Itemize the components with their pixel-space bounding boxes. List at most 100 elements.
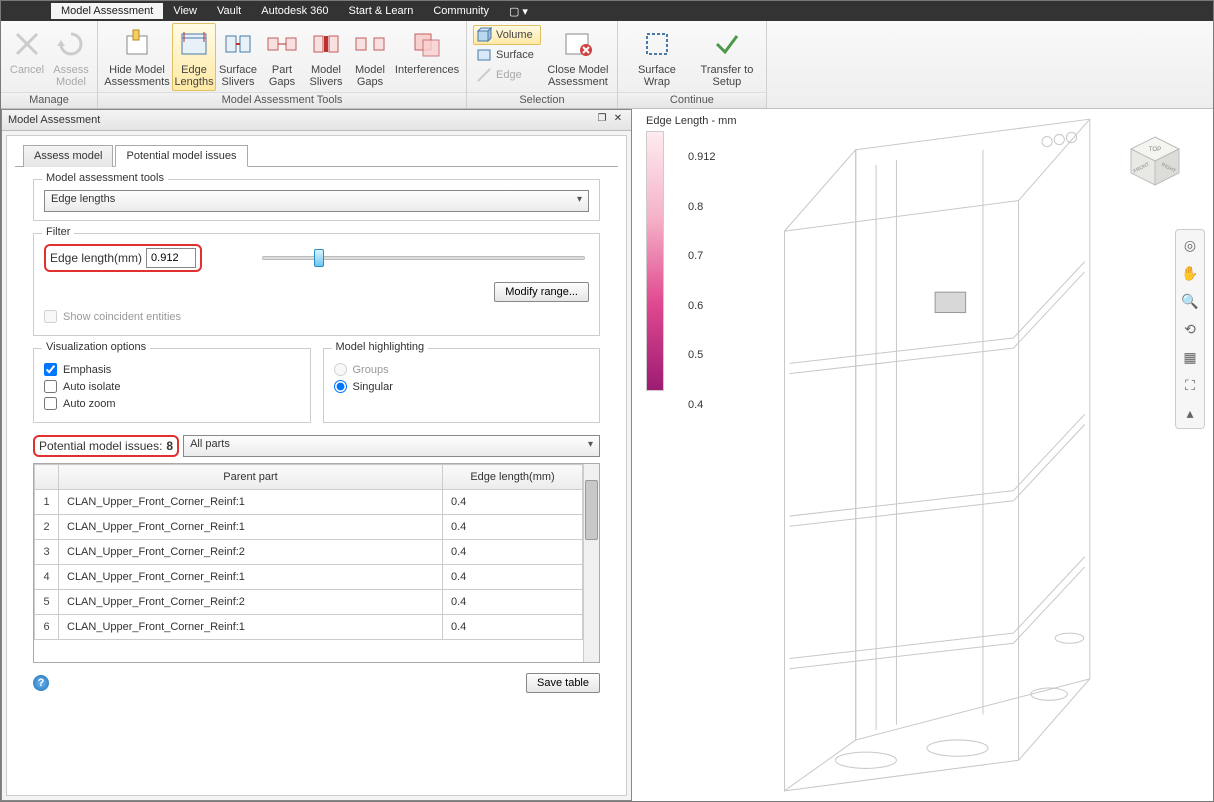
menu-community[interactable]: Community: [423, 3, 499, 19]
legend-tick: 0.8: [688, 201, 716, 213]
panel-tabs: Assess model Potential model issues: [15, 144, 618, 167]
tools-group: Model assessment tools Edge lengths: [33, 179, 600, 221]
cancel-button: Cancel: [5, 23, 49, 91]
surface-slivers-button[interactable]: Surface Slivers: [216, 23, 260, 91]
legend-tick: 0.4: [688, 399, 716, 411]
model-assessment-panel: Model Assessment ❐ ✕ Assess model Potent…: [1, 109, 632, 801]
menu-extra[interactable]: ▢ ▾: [499, 3, 538, 20]
filter-label: Filter: [42, 226, 74, 238]
panel-title-text: Model Assessment: [8, 114, 100, 126]
surface-wrap-icon: [641, 28, 673, 60]
save-table-button[interactable]: Save table: [526, 673, 600, 693]
transfer-setup-button[interactable]: Transfer to Setup: [692, 23, 762, 91]
edge-lengths-icon: [178, 28, 210, 60]
tab-assess-model[interactable]: Assess model: [23, 145, 113, 167]
ribbon-group-selection: Volume Surface Edge Close Model Assessme…: [467, 21, 618, 108]
edge-length-input[interactable]: [146, 248, 196, 268]
menu-start-learn[interactable]: Start & Learn: [339, 3, 424, 19]
interferences-button[interactable]: Interferences: [392, 23, 462, 91]
surface-wrap-button[interactable]: Surface Wrap: [622, 23, 692, 91]
table-row[interactable]: 1CLAN_Upper_Front_Corner_Reinf:10.4: [35, 490, 583, 515]
undock-button[interactable]: ❐: [595, 113, 609, 127]
tools-label: Model assessment tools: [42, 172, 168, 184]
tab-potential-issues[interactable]: Potential model issues: [115, 145, 247, 167]
legend-tick: 0.7: [688, 250, 716, 262]
model-slivers-button[interactable]: Model Slivers: [304, 23, 348, 91]
hide-label: Hide Model Assessments: [104, 64, 169, 88]
edge-length-slider[interactable]: [262, 256, 585, 260]
coincident-checkbox: [44, 310, 57, 323]
pan-icon[interactable]: ✋: [1179, 262, 1201, 284]
fullscreen-icon[interactable]: ⛶: [1179, 374, 1201, 396]
assess-model-label: Assess Model: [52, 64, 90, 88]
table-row[interactable]: 5CLAN_Upper_Front_Corner_Reinf:20.4: [35, 590, 583, 615]
legend-tick: 0.6: [688, 300, 716, 312]
highlighting-group: Model highlighting Groups Singular: [323, 348, 601, 423]
singular-radio[interactable]: [334, 380, 347, 393]
table-row[interactable]: 2CLAN_Upper_Front_Corner_Reinf:10.4: [35, 515, 583, 540]
legend-tick: 0.912: [688, 151, 716, 163]
ribbon-group-label: Manage: [1, 92, 97, 108]
coincident-label: Show coincident entities: [63, 311, 181, 323]
issues-count-highlight: Potential model issues: 8: [33, 435, 179, 457]
table-row[interactable]: 6CLAN_Upper_Front_Corner_Reinf:10.4: [35, 615, 583, 640]
auto-zoom-label: Auto zoom: [63, 398, 116, 410]
ribbon-group-label: Selection: [467, 92, 617, 108]
emphasis-checkbox[interactable]: [44, 363, 57, 376]
emphasis-label: Emphasis: [63, 364, 111, 376]
color-legend: Edge Length - mm 0.912 0.8 0.7 0.6 0.5 0…: [646, 115, 737, 391]
menu-autodesk360[interactable]: Autodesk 360: [251, 3, 338, 19]
slider-thumb[interactable]: [314, 249, 324, 267]
menu-model-assessment[interactable]: Model Assessment: [51, 3, 163, 19]
orbit-icon[interactable]: ⟲: [1179, 318, 1201, 340]
ribbon: Cancel Assess Model Manage Hide Model As…: [1, 21, 1213, 109]
transfer-label: Transfer to Setup: [695, 64, 759, 88]
col-length[interactable]: Edge length(mm): [443, 465, 583, 490]
tools-select[interactable]: Edge lengths: [44, 190, 589, 212]
steering-wheel-icon[interactable]: ◎: [1179, 234, 1201, 256]
table-scrollbar[interactable]: [583, 464, 599, 662]
edge-button: Edge: [473, 65, 541, 85]
viz-label: Visualization options: [42, 341, 150, 353]
surface-slivers-icon: [222, 28, 254, 60]
surface-button[interactable]: Surface: [473, 45, 541, 65]
menubar: Model Assessment View Vault Autodesk 360…: [1, 1, 1213, 21]
close-assessment-button[interactable]: Close Model Assessment: [543, 23, 613, 91]
interferences-label: Interferences: [395, 64, 459, 76]
edge-lengths-button[interactable]: Edge Lengths: [172, 23, 216, 91]
auto-isolate-checkbox[interactable]: [44, 380, 57, 393]
hide-assessments-button[interactable]: Hide Model Assessments: [102, 23, 172, 91]
zoom-icon[interactable]: 🔍: [1179, 290, 1201, 312]
col-parent[interactable]: Parent part: [59, 465, 443, 490]
interferences-icon: [411, 28, 443, 60]
hide-icon: [121, 28, 153, 60]
model-gaps-button[interactable]: Model Gaps: [348, 23, 392, 91]
menu-view[interactable]: View: [163, 3, 207, 19]
panel-titlebar: Model Assessment ❐ ✕: [2, 110, 631, 131]
volume-button[interactable]: Volume: [473, 25, 541, 45]
auto-zoom-checkbox[interactable]: [44, 397, 57, 410]
edge-lengths-label: Edge Lengths: [174, 64, 213, 88]
groups-label: Groups: [353, 364, 389, 376]
auto-isolate-label: Auto isolate: [63, 381, 120, 393]
close-assess-label: Close Model Assessment: [546, 64, 610, 88]
legend-title: Edge Length - mm: [646, 115, 737, 127]
ribbon-group-label: Model Assessment Tools: [98, 92, 466, 108]
issues-filter-select[interactable]: All parts: [183, 435, 600, 457]
help-icon[interactable]: ?: [33, 675, 49, 691]
collapse-icon[interactable]: ▴: [1179, 402, 1201, 424]
close-panel-button[interactable]: ✕: [611, 113, 625, 127]
modify-range-button[interactable]: Modify range...: [494, 282, 589, 302]
filter-highlight: Edge length(mm): [44, 244, 202, 272]
part-gaps-button[interactable]: Part Gaps: [260, 23, 304, 91]
table-row[interactable]: 3CLAN_Upper_Front_Corner_Reinf:20.4: [35, 540, 583, 565]
model-render: [742, 109, 1173, 801]
viewport-3d[interactable]: Edge Length - mm 0.912 0.8 0.7 0.6 0.5 0…: [632, 109, 1213, 801]
surface-label: Surface: [496, 49, 534, 61]
edge-label: Edge: [496, 69, 522, 81]
hl-label: Model highlighting: [332, 341, 429, 353]
issues-label: Potential model issues:: [39, 439, 162, 453]
table-row[interactable]: 4CLAN_Upper_Front_Corner_Reinf:10.4: [35, 565, 583, 590]
menu-vault[interactable]: Vault: [207, 3, 251, 19]
lookat-icon[interactable]: ▦: [1179, 346, 1201, 368]
